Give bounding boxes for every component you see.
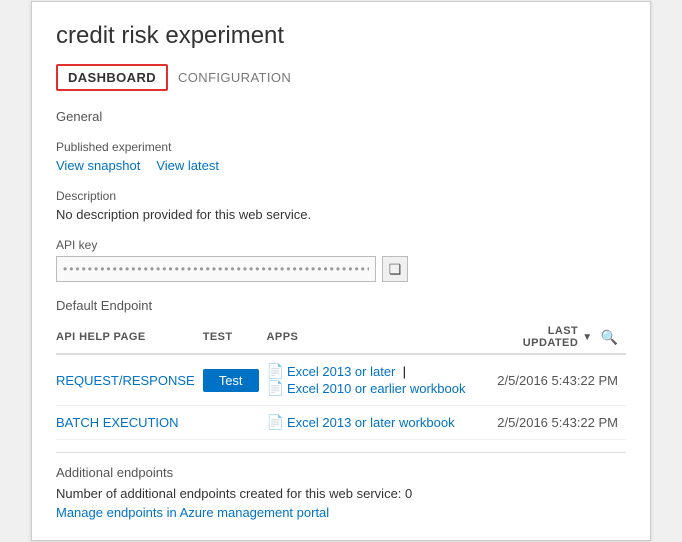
additional-endpoints-section: Additional endpoints Number of additiona… xyxy=(56,465,626,520)
table-header-row: API HELP PAGE TEST APPS LAST UPDATED ▼ 🔍 xyxy=(56,321,626,354)
api-key-row: ❏ xyxy=(56,256,626,282)
api-key-section: API key ❏ xyxy=(56,238,626,282)
general-label: General xyxy=(56,109,626,124)
additional-endpoints-count: Number of additional endpoints created f… xyxy=(56,486,626,501)
default-endpoint-label: Default Endpoint xyxy=(56,298,626,313)
excel-icon-1: 📄 xyxy=(267,363,284,380)
api-key-input[interactable] xyxy=(56,256,376,282)
general-section: General xyxy=(56,109,626,124)
divider xyxy=(56,452,626,453)
manage-endpoints-link[interactable]: Manage endpoints in Azure management por… xyxy=(56,505,329,520)
published-experiment-section: Published experiment View snapshot View … xyxy=(56,140,626,173)
table-row: BATCH EXECUTION 📄 Excel 2013 or later wo… xyxy=(56,406,626,440)
sort-icon: ▼ xyxy=(582,332,592,343)
batch-execution-link[interactable]: BATCH EXECUTION xyxy=(56,415,179,430)
tab-dashboard[interactable]: DASHBOARD xyxy=(56,64,168,91)
request-response-link[interactable]: REQUEST/RESPONSE xyxy=(56,373,195,388)
tab-configuration[interactable]: CONFIGURATION xyxy=(168,64,301,91)
th-api-help-page: API HELP PAGE xyxy=(56,321,203,354)
search-button[interactable]: 🔍 xyxy=(597,327,622,348)
default-endpoint-section: Default Endpoint API HELP PAGE TEST APPS… xyxy=(56,298,626,440)
test-button[interactable]: Test xyxy=(203,369,259,392)
view-snapshot-link[interactable]: View snapshot xyxy=(56,158,140,173)
request-response-link-cell: REQUEST/RESPONSE xyxy=(56,354,203,406)
excel-icon-3: 📄 xyxy=(267,414,284,431)
description-label: Description xyxy=(56,189,626,203)
main-window: credit risk experiment DASHBOARD CONFIGU… xyxy=(31,1,651,541)
excel-2013-batch-link[interactable]: 📄 Excel 2013 or later workbook xyxy=(267,414,455,431)
th-test: TEST xyxy=(203,321,267,354)
copy-icon: ❏ xyxy=(389,261,402,278)
table-row: REQUEST/RESPONSE Test 📄 Excel 2013 or la… xyxy=(56,354,626,406)
th-apps: APPS xyxy=(267,321,493,354)
last-updated-cell-2: 2/5/2016 5:43:22 PM xyxy=(493,406,626,440)
th-last-updated: LAST UPDATED ▼ 🔍 xyxy=(493,321,626,354)
copy-api-key-button[interactable]: ❏ xyxy=(382,256,408,282)
batch-execution-link-cell: BATCH EXECUTION xyxy=(56,406,203,440)
published-experiment-label: Published experiment xyxy=(56,140,626,154)
published-links: View snapshot View latest xyxy=(56,158,626,173)
apps-cell-2: 📄 Excel 2013 or later workbook xyxy=(267,406,493,440)
test-button-cell: Test xyxy=(203,354,267,406)
view-latest-link[interactable]: View latest xyxy=(156,158,219,173)
page-title: credit risk experiment xyxy=(56,22,626,50)
additional-endpoints-label: Additional endpoints xyxy=(56,465,626,480)
last-updated-cell-1: 2/5/2016 5:43:22 PM xyxy=(493,354,626,406)
test-button-cell-2 xyxy=(203,406,267,440)
tab-bar: DASHBOARD CONFIGURATION xyxy=(56,64,626,91)
api-key-label: API key xyxy=(56,238,626,252)
excel-icon-2: 📄 xyxy=(267,380,284,397)
description-section: Description No description provided for … xyxy=(56,189,626,222)
apps-cell-1: 📄 Excel 2013 or later | 📄 Excel 2010 or … xyxy=(267,354,493,406)
excel-2010-link[interactable]: 📄 Excel 2010 or earlier workbook xyxy=(267,380,466,397)
excel-2013-link[interactable]: 📄 Excel 2013 or later xyxy=(267,363,396,380)
description-text: No description provided for this web ser… xyxy=(56,207,626,222)
endpoint-table: API HELP PAGE TEST APPS LAST UPDATED ▼ 🔍 xyxy=(56,321,626,440)
